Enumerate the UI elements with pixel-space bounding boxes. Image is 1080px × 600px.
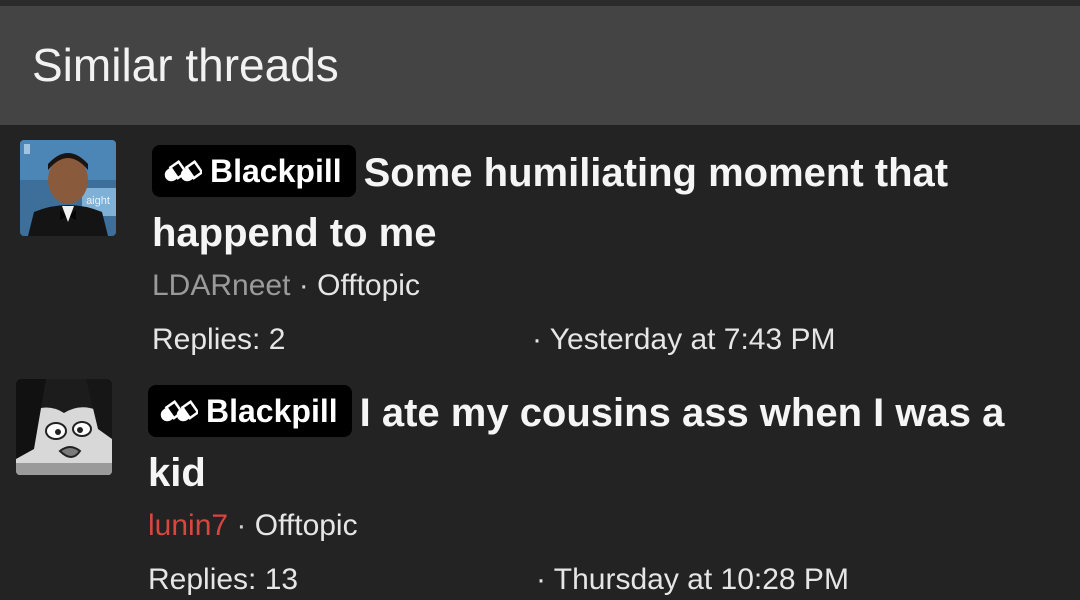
avatar-portrait-image: aight [20, 140, 116, 236]
user-avatar[interactable] [16, 379, 112, 475]
reply-count: Replies: 13 [148, 563, 299, 596]
similar-threads-header: Similar threads [0, 6, 1080, 125]
pill-icon [160, 399, 200, 422]
thread-list: aight Blackpill Some humiliating moment t… [0, 125, 1080, 600]
section-title: Similar threads [32, 39, 339, 91]
prefix-badge[interactable]: Blackpill [148, 385, 352, 437]
prefix-label: Blackpill [206, 393, 338, 429]
prefix-label: Blackpill [210, 153, 342, 189]
last-post-date[interactable]: · Thursday at 10:28 PM [536, 563, 849, 597]
last-post-date[interactable]: · Yesterday at 7:43 PM [532, 323, 836, 357]
thread-forum[interactable]: Offtopic [255, 509, 358, 542]
user-avatar[interactable]: aight [20, 140, 116, 236]
meta-separator: · [236, 509, 247, 542]
thread-stats: Replies: 2 · Yesterday at 7:43 PM [152, 323, 1040, 357]
svg-text:aight: aight [86, 195, 110, 207]
thread-author[interactable]: LDARneet [152, 269, 290, 302]
thread-meta: LDARneet · Offtopic [152, 269, 1040, 303]
pill-icon [164, 159, 204, 182]
thread-meta: lunin7 · Offtopic [148, 509, 1040, 543]
avatar-anime-image [16, 379, 112, 475]
thread-title[interactable]: Blackpill I ate my cousins ass when I was… [148, 383, 1040, 503]
thread-title[interactable]: Blackpill Some humiliating moment that ha… [152, 143, 1040, 263]
thread-body: Blackpill Some humiliating moment that ha… [152, 143, 1040, 357]
thread-forum[interactable]: Offtopic [317, 269, 420, 302]
thread-author[interactable]: lunin7 [148, 509, 228, 542]
prefix-badge[interactable]: Blackpill [152, 145, 356, 197]
meta-separator: · [298, 269, 309, 302]
thread-body: Blackpill I ate my cousins ass when I was… [148, 383, 1040, 597]
reply-count: Replies: 2 [152, 323, 286, 356]
thread-stats: Replies: 13 · Thursday at 10:28 PM [148, 563, 1040, 597]
